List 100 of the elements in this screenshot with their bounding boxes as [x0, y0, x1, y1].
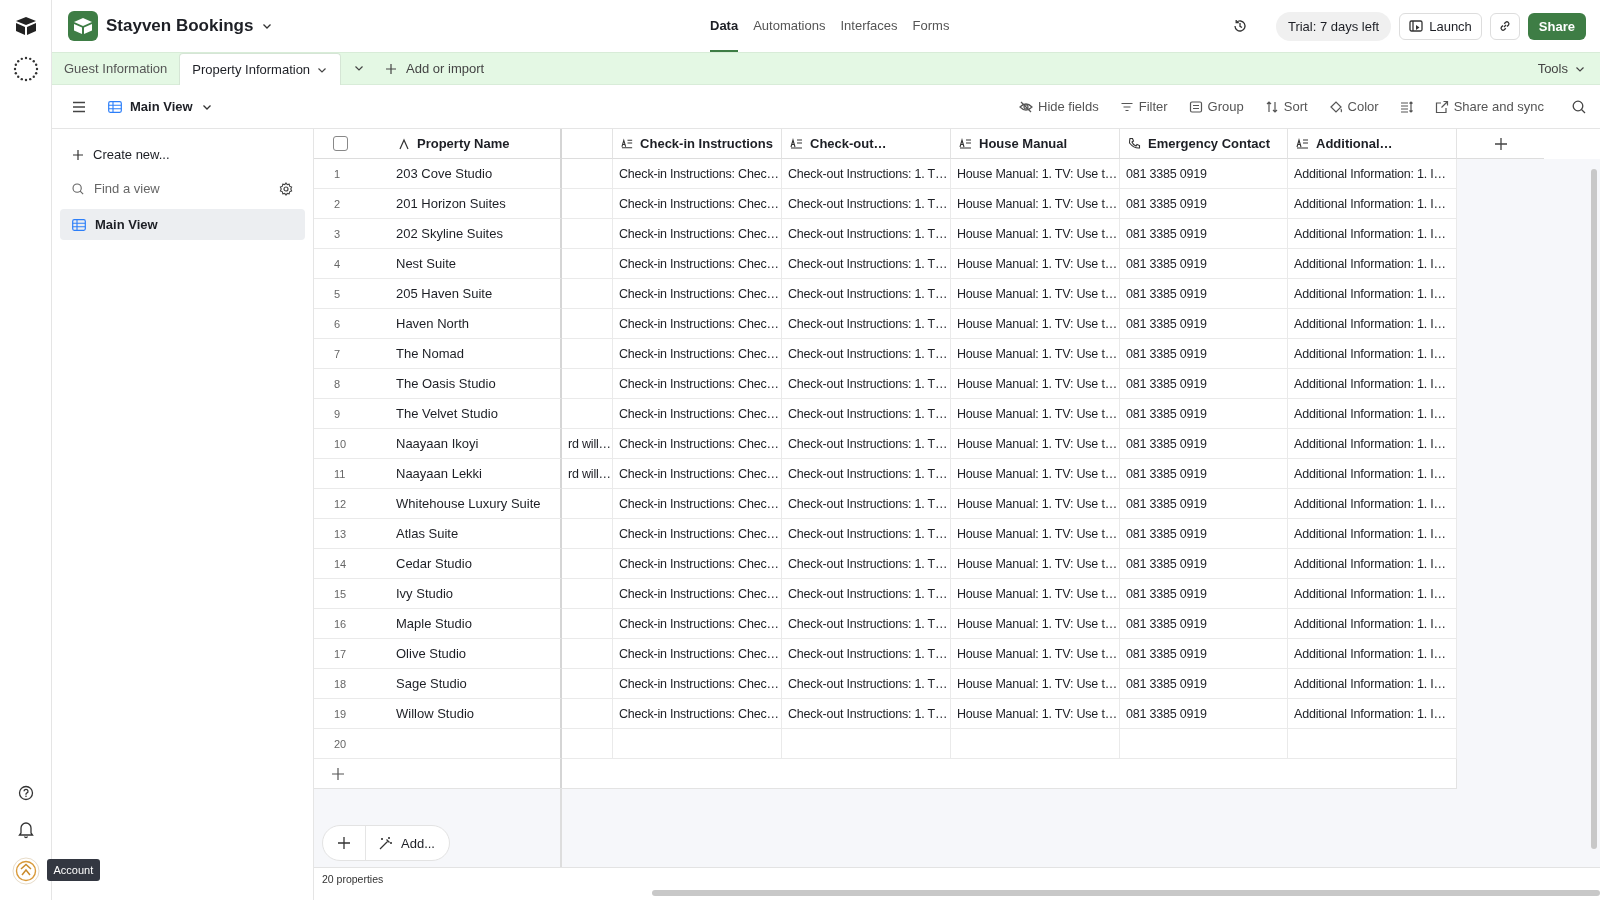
- table-cell: Additional Information: 1. I…: [1288, 369, 1457, 399]
- toolbar-button[interactable]: Share and sync: [1434, 99, 1544, 114]
- nav-tab[interactable]: Forms: [912, 0, 950, 52]
- create-new-button[interactable]: Create new...: [60, 141, 305, 168]
- toolbar-button[interactable]: Sort: [1264, 99, 1308, 114]
- nav-tab[interactable]: Interfaces: [840, 0, 898, 52]
- column-header[interactable]: Property Name: [390, 129, 562, 159]
- table-cell: [562, 669, 613, 699]
- settings-icon[interactable]: [279, 181, 293, 196]
- table-cell: Additional Information: 1. I…: [1288, 159, 1457, 189]
- launch-button[interactable]: Launch: [1399, 12, 1482, 40]
- toolbar-button[interactable]: Color: [1328, 99, 1379, 114]
- column-title: House Manual: [979, 136, 1068, 151]
- phone-icon: [1128, 137, 1141, 150]
- table-cell: rd will…: [562, 429, 613, 459]
- toolbar-button[interactable]: Filter: [1119, 99, 1168, 114]
- table-cell: Ivy Studio: [390, 579, 562, 609]
- plus-icon: [72, 148, 84, 161]
- view-switcher[interactable]: Main View: [108, 99, 213, 114]
- table-cell: 081 3385 0919: [1120, 429, 1288, 459]
- ai-add-button[interactable]: Add...: [366, 826, 449, 860]
- column-header[interactable]: Check-in Instructions: [613, 129, 782, 159]
- table-cell: [562, 579, 613, 609]
- column-header[interactable]: Emergency Contact: [1120, 129, 1288, 159]
- table-cell: Additional Information: 1. I…: [1288, 429, 1457, 459]
- table-cell: [562, 189, 613, 219]
- column-title: Check-in Instructions: [640, 136, 773, 151]
- account-avatar[interactable]: [11, 857, 40, 885]
- table-cell: [562, 609, 613, 639]
- table-cell: 205 Haven Suite: [390, 279, 562, 309]
- search-icon[interactable]: [1572, 99, 1586, 114]
- row-number: 13: [314, 519, 390, 549]
- plus-icon: [337, 836, 351, 850]
- table-cell: Additional Information: 1. I…: [1288, 279, 1457, 309]
- table-cell: Additional Information: 1. I…: [1288, 549, 1457, 579]
- table-cell: House Manual: 1. TV: Use t…: [951, 459, 1120, 489]
- table-cell: Check-out Instructions: 1. T…: [782, 159, 951, 189]
- grid-view-icon: [72, 218, 86, 231]
- vertical-scrollbar[interactable]: [1591, 169, 1597, 849]
- table-tab[interactable]: Guest Information: [52, 53, 180, 84]
- table-cell: Check-in Instructions: Chec…: [613, 279, 782, 309]
- table-cell: Check-out Instructions: 1. T…: [782, 639, 951, 669]
- record-count: 20 properties: [322, 873, 384, 885]
- nav-tab[interactable]: Automations: [753, 0, 826, 52]
- magic-wand-icon: [378, 835, 393, 851]
- trial-badge[interactable]: Trial: 7 days left: [1275, 11, 1392, 41]
- table-cell: Additional Information: 1. I…: [1288, 579, 1457, 609]
- help-icon[interactable]: [17, 785, 34, 801]
- table-cell: 202 Skyline Suites: [390, 219, 562, 249]
- column-header[interactable]: Additional…: [1288, 129, 1457, 159]
- table-cell: 081 3385 0919: [1120, 279, 1288, 309]
- plus-icon: [1493, 136, 1508, 151]
- app-name-menu[interactable]: Stayven Bookings: [106, 16, 274, 36]
- table-cell: House Manual: 1. TV: Use t…: [951, 549, 1120, 579]
- table-cell: Naayaan Ikoyi: [390, 429, 562, 459]
- menu-icon[interactable]: [72, 100, 86, 113]
- column-header[interactable]: Check-out…: [782, 129, 951, 159]
- table-cell: House Manual: 1. TV: Use t…: [951, 609, 1120, 639]
- table-cell: Sage Studio: [390, 669, 562, 699]
- toolbar-button[interactable]: Hide fields: [1019, 99, 1099, 114]
- table-cell: [562, 639, 613, 669]
- table-cell: 081 3385 0919: [1120, 189, 1288, 219]
- horizontal-scrollbar[interactable]: [652, 890, 1600, 896]
- table-cell: Atlas Suite: [390, 519, 562, 549]
- row-number: 9: [314, 399, 390, 429]
- row-number: 1: [314, 159, 390, 189]
- table-cell: [562, 309, 613, 339]
- table-cell: House Manual: 1. TV: Use t…: [951, 579, 1120, 609]
- row-number: 10: [314, 429, 390, 459]
- table-cell: Check-in Instructions: Chec…: [613, 339, 782, 369]
- row-number: 3: [314, 219, 390, 249]
- row-height-button[interactable]: [1399, 99, 1414, 114]
- table-cell: 081 3385 0919: [1120, 489, 1288, 519]
- table-cell: Check-out Instructions: 1. T…: [782, 579, 951, 609]
- logo-icon[interactable]: [14, 16, 37, 36]
- history-icon[interactable]: [1231, 18, 1248, 34]
- table-cell: Additional Information: 1. I…: [1288, 489, 1457, 519]
- table-cell: Check-in Instructions: Chec…: [613, 369, 782, 399]
- table-cell: [562, 729, 613, 759]
- add-or-import-button[interactable]: Add or import: [385, 53, 485, 84]
- select-all-checkbox[interactable]: [333, 136, 348, 151]
- table-cell: Check-in Instructions: Chec…: [613, 519, 782, 549]
- view-list-item[interactable]: Main View: [60, 209, 305, 240]
- column-header[interactable]: House Manual: [951, 129, 1120, 159]
- table-cell: 081 3385 0919: [1120, 669, 1288, 699]
- notification-bell-icon[interactable]: [17, 821, 34, 839]
- table-cell: Additional Information: 1. I…: [1288, 189, 1457, 219]
- table-tab[interactable]: Property Information: [179, 53, 342, 85]
- table-cell: 081 3385 0919: [1120, 579, 1288, 609]
- column-title: Emergency Contact: [1148, 136, 1271, 151]
- table-cell: Check-out Instructions: 1. T…: [782, 399, 951, 429]
- toolbar-button[interactable]: Group: [1188, 99, 1244, 114]
- tools-menu[interactable]: Tools: [1537, 53, 1586, 84]
- plus-icon: [385, 62, 398, 75]
- link-button[interactable]: [1489, 12, 1520, 40]
- table-cell: 201 Horizon Suites: [390, 189, 562, 219]
- share-button[interactable]: Share: [1527, 12, 1586, 40]
- table-cell: House Manual: 1. TV: Use t…: [951, 189, 1120, 219]
- sort-icon: [1264, 99, 1279, 114]
- table-cell: House Manual: 1. TV: Use t…: [951, 279, 1120, 309]
